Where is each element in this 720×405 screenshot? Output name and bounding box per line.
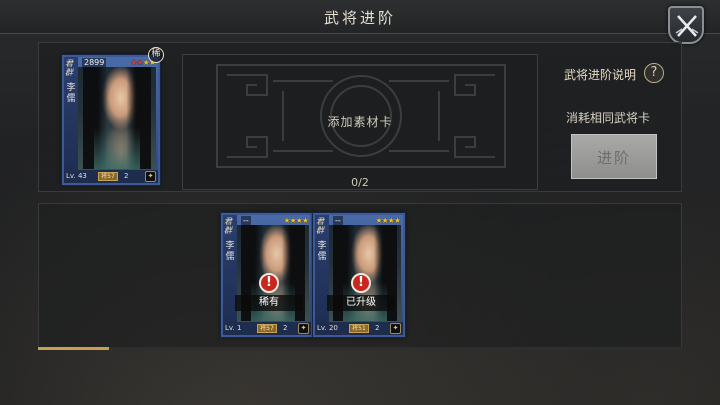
hero-level: Lv. 43 (66, 172, 87, 180)
warning-icon: ! (259, 273, 279, 293)
red-stars: ★★ (130, 58, 143, 67)
advance-button[interactable]: 进阶 (571, 134, 657, 179)
hero-count: 2 (124, 172, 129, 180)
hero-power: -- (241, 216, 251, 225)
advance-button-label: 进阶 (596, 149, 631, 167)
hero-name: 李儒 (317, 241, 327, 262)
material-slot[interactable]: 添加素材卡 0/2 (182, 54, 538, 190)
candidate-card[interactable]: 君群 李儒 -- ★★★★ ! 稀有 Lv. 1 将57 2 ✦ (221, 213, 313, 337)
help-label[interactable]: 武将进阶说明 (564, 68, 636, 82)
star-rating: ★★★★ (375, 216, 401, 225)
main-hero-card[interactable]: 君群 李儒 2899 ★★★★ Lv. 43 将57 2 ✦ (62, 55, 160, 185)
card-footer: Lv. 1 将57 2 ✦ (223, 322, 311, 335)
candidate-card[interactable]: 君群 李儒 -- ★★★★ ! 已升级 Lv. 20 将51 2 ✦ (313, 213, 405, 337)
card-footer: Lv. 43 将57 2 ✦ (64, 170, 158, 183)
material-count: 0/2 (351, 176, 369, 189)
question-icon[interactable]: ? (644, 63, 664, 83)
consume-label: 消耗相同武将卡 (566, 111, 651, 125)
arms-icon: ✦ (145, 171, 156, 182)
hero-count: 2 (375, 324, 380, 332)
hero-level: Lv. 20 (317, 324, 338, 332)
scroll-progress-bar (38, 347, 682, 350)
troop-badge: 将57 (257, 324, 277, 333)
card-status-tag: 已升级 (327, 295, 395, 311)
scroll-progress-fill (38, 347, 109, 350)
card-status-tag: 稀有 (235, 295, 303, 311)
title-bar: 武将进阶 (0, 0, 720, 34)
troop-badge: 将57 (98, 172, 118, 181)
troop-badge: 将51 (349, 324, 369, 333)
hero-power: -- (333, 216, 343, 225)
close-button[interactable] (668, 6, 704, 44)
faction-label: 君群 (316, 217, 324, 235)
hero-name: 李儒 (66, 83, 76, 104)
faction-label: 君群 (224, 217, 232, 235)
advance-help[interactable]: 武将进阶说明 ? (564, 63, 664, 84)
hero-portrait (78, 67, 156, 169)
rarity-seal-icon: 稀 (148, 47, 164, 63)
crossed-swords-icon (675, 15, 699, 37)
page-title: 武将进阶 (323, 9, 396, 27)
hero-name: 李儒 (225, 241, 235, 262)
add-material-label: 添加素材卡 (327, 115, 393, 129)
hero-power: 2899 (82, 58, 107, 67)
warning-icon: ! (351, 273, 371, 293)
hero-level: Lv. 1 (225, 324, 242, 332)
arms-icon: ✦ (298, 323, 309, 334)
hero-count: 2 (283, 324, 288, 332)
faction-label: 君群 (65, 59, 73, 77)
arms-icon: ✦ (390, 323, 401, 334)
star-rating: ★★★★ (283, 216, 309, 225)
card-footer: Lv. 20 将51 2 ✦ (315, 322, 403, 335)
